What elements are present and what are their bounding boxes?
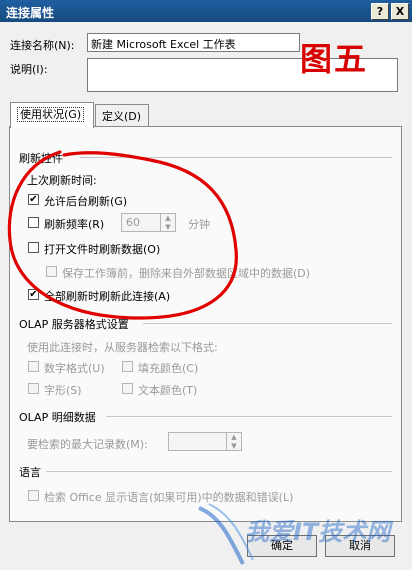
max-records-label: 要检索的最大记录数(M):: [27, 438, 148, 451]
number-format-label: 数字格式(U): [44, 362, 105, 375]
watermark-text: 我爱IT技术网: [245, 518, 391, 546]
text-color-label: 文本颜色(T): [138, 384, 198, 397]
tab-usage[interactable]: 使用状况(G): [10, 102, 94, 128]
number-format-checkbox[interactable]: [28, 361, 39, 372]
watermark-logo: 我爱IT技术网: [195, 498, 410, 570]
office-language-checkbox[interactable]: [28, 490, 39, 501]
fill-color-label: 填充颜色(C): [138, 362, 199, 375]
text-color-checkbox[interactable]: [122, 383, 133, 394]
fill-color-checkbox[interactable]: [122, 361, 133, 372]
group-divider: [46, 471, 392, 472]
connection-properties-dialog: 连接属性 ? X 连接名称(N): 新建 Microsoft Excel 工作表…: [0, 0, 412, 570]
olap-drill-group-title: OLAP 明细数据: [19, 411, 96, 424]
red-circle-annotation: [7, 150, 238, 320]
spinner-arrows[interactable]: ▲ ▼: [226, 433, 241, 450]
font-style-checkbox[interactable]: [28, 383, 39, 394]
olap-format-group-title: OLAP 服务器格式设置: [19, 318, 129, 331]
language-group-title: 语言: [19, 466, 41, 479]
max-records-spinner[interactable]: ▲ ▼: [168, 432, 242, 451]
olap-format-description: 使用此连接时，从服务器检索以下格式:: [27, 341, 218, 354]
tab-usage-label: 使用状况(G): [17, 107, 85, 122]
font-style-label: 字形(S): [44, 384, 82, 397]
group-divider: [106, 416, 392, 417]
group-divider: [143, 323, 392, 324]
